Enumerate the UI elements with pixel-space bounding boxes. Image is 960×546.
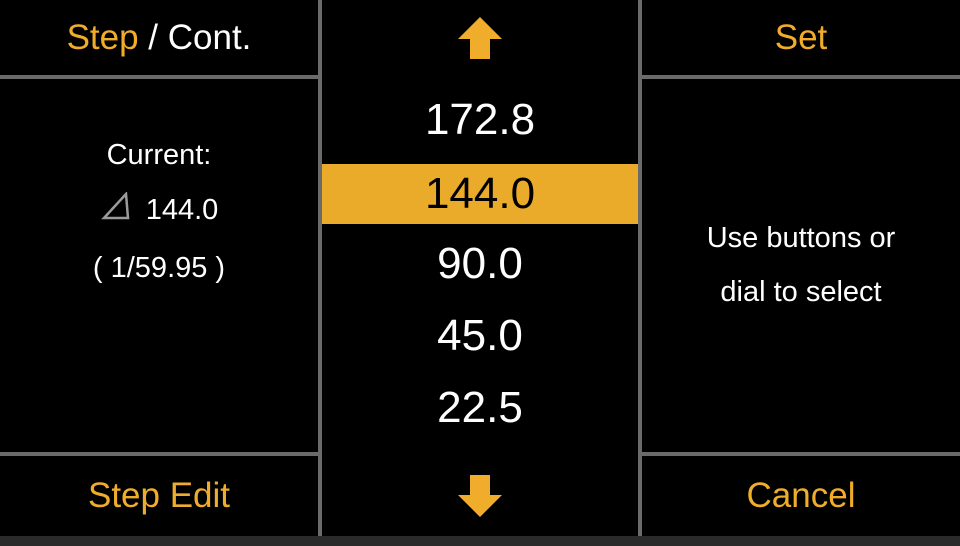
current-value: 144.0 <box>145 193 219 226</box>
shutter-angle-screen: Step / Cont. Current: 144.0 ( 1/59.95 ) … <box>0 0 960 546</box>
arrow-down-icon <box>455 473 505 519</box>
scroll-down-button[interactable] <box>322 456 638 536</box>
arrow-up-icon <box>455 15 505 61</box>
list-item[interactable]: 90.0 <box>322 228 638 300</box>
set-softkey[interactable]: Set <box>642 0 960 75</box>
step-label: Step <box>66 17 139 57</box>
selection-hint: Use buttons or dial to select <box>642 210 960 320</box>
current-shutter: ( 1/59.95 ) <box>92 252 226 284</box>
current-label: Current: <box>106 139 212 171</box>
shutter-angle-icon <box>100 191 134 228</box>
step-cont-softkey[interactable]: Step / Cont. <box>0 0 318 75</box>
list-item[interactable]: 172.8 <box>322 84 638 156</box>
step-edit-softkey[interactable]: Step Edit <box>0 456 318 536</box>
list-item[interactable]: 22.5 <box>322 372 638 444</box>
cont-label: / Cont. <box>138 17 252 57</box>
hint-line-1: Use buttons or <box>706 222 896 254</box>
list-item[interactable]: 45.0 <box>322 300 638 372</box>
list-item-selected[interactable]: 144.0 <box>322 164 638 224</box>
divider-top-right <box>642 75 960 79</box>
cancel-softkey[interactable]: Cancel <box>642 456 960 536</box>
current-value-row: 144.0 <box>0 191 318 228</box>
scroll-up-button[interactable] <box>322 0 638 75</box>
hint-line-2: dial to select <box>720 276 882 308</box>
bottom-bar <box>0 536 960 546</box>
divider-top-left <box>0 75 318 79</box>
